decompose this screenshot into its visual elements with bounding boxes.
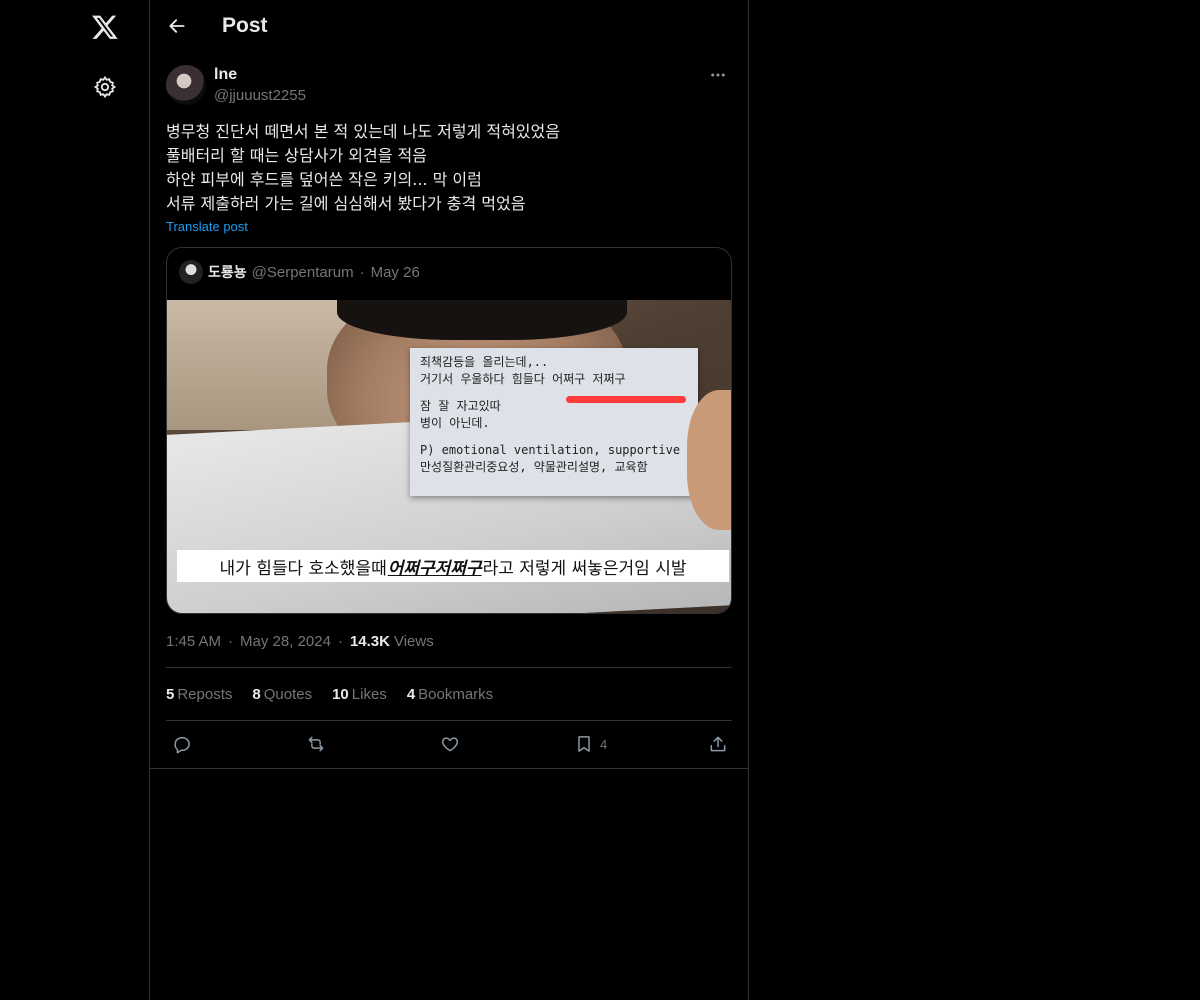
separator-dot: · <box>228 633 234 650</box>
note-line: 만성질환관리중요성, 약물관리설명, 교육함 <box>420 460 648 474</box>
reposts-label: Reposts <box>177 686 233 703</box>
author-handle[interactable]: @jjuuust2255 <box>214 87 306 104</box>
translate-post-link[interactable]: Translate post <box>166 219 248 234</box>
separator-dot: · <box>337 633 343 650</box>
share-button[interactable] <box>708 732 728 756</box>
post-meta: 1:45 AM · May 28, 2024 · 14.3K Views <box>166 633 434 650</box>
repost-button[interactable] <box>306 732 326 756</box>
post-text-line: 서류 제출하러 가는 길에 심심해서 봤다가 충격 먹었음 <box>166 194 526 213</box>
media-caption: 내가 힘들다 호소했을때 어쩌구저쩌구 라고 저렇게 써놓은거임 시발 <box>177 550 729 582</box>
note-gap <box>420 432 688 442</box>
media-note: 죄책감등을 올리는데,.. 거기서 우울하다 힘들다 어쩌구 저쩌구 잠 잘 자… <box>410 348 698 496</box>
reply-icon <box>174 737 190 754</box>
redaction-mark <box>566 396 686 403</box>
views-label: Views <box>393 633 434 650</box>
quoted-post-header: 도룡뇽 @Serpentarum · May 26 <box>179 260 420 284</box>
post-text-line: 병무청 진단서 떼면서 본 적 있는데 나도 저렇게 적혀있었음 <box>166 122 560 141</box>
caption-text: 라고 저렇게 써놓은거임 시발 <box>482 558 687 579</box>
more-button[interactable] <box>704 63 732 87</box>
gear-icon <box>93 75 117 99</box>
post-author: lne @jjuuust2255 <box>166 65 732 107</box>
likes-count: 10 <box>332 686 349 703</box>
media-hand <box>687 390 731 530</box>
page: Post lne @jjuuust2255 병무청 진단서 떼면서 본 적 있는… <box>0 0 1200 1000</box>
bookmarks-label: Bookmarks <box>418 686 494 703</box>
arrow-left-icon <box>169 19 185 33</box>
repost-icon <box>308 736 324 752</box>
page-title: Post <box>222 14 268 37</box>
action-bar: 4 <box>166 732 732 756</box>
left-nav <box>0 0 149 1000</box>
post-column: Post lne @jjuuust2255 병무청 진단서 떼면서 본 적 있는… <box>149 0 749 1000</box>
bookmark-count: 4 <box>600 736 608 752</box>
bookmark-icon <box>578 736 590 752</box>
post-date[interactable]: May 28, 2024 <box>240 633 331 650</box>
reposts-stat[interactable]: 5 Reposts <box>166 686 232 703</box>
reply-button[interactable] <box>172 732 192 756</box>
quotes-label: Quotes <box>263 686 313 703</box>
divider <box>150 768 748 769</box>
likes-label: Likes <box>351 686 387 703</box>
more-horizontal-icon <box>711 73 725 77</box>
likes-stat[interactable]: 10 Likes <box>332 686 387 703</box>
heart-icon <box>441 737 459 752</box>
quoted-post[interactable]: 도룡뇽 @Serpentarum · May 26 죄책감등을 올리는데,.. … <box>166 247 732 614</box>
note-line: P) emotional ventilation, supportive P <box>420 443 688 457</box>
post-text: 병무청 진단서 떼면서 본 적 있는데 나도 저렇게 적혀있었음 풀배터리 할 … <box>166 120 732 216</box>
bookmarks-count: 4 <box>406 686 416 703</box>
share-icon <box>710 736 726 752</box>
divider <box>166 667 732 668</box>
x-logo-button[interactable] <box>82 4 128 50</box>
quoted-date: May 26 <box>370 263 420 281</box>
settings-button[interactable] <box>82 64 128 110</box>
note-line: 병이 아닌데. <box>420 416 490 430</box>
avatar[interactable] <box>166 65 206 105</box>
divider <box>166 720 732 721</box>
separator-dot: · <box>359 263 365 281</box>
post-text-line: 풀배터리 할 때는 상담사가 외견을 적음 <box>166 146 427 165</box>
bookmarks-stat[interactable]: 4 Bookmarks <box>407 686 493 703</box>
quoted-media-image[interactable]: 죄책감등을 올리는데,.. 거기서 우울하다 힘들다 어쩌구 저쩌구 잠 잘 자… <box>167 300 731 613</box>
quoted-author-handle: @Serpentarum <box>251 263 354 281</box>
quoted-avatar <box>179 260 203 284</box>
engagement-stats: 5 Reposts 8 Quotes 10 Likes 4 Bookmarks <box>166 686 513 703</box>
like-button[interactable] <box>440 732 460 756</box>
back-button[interactable] <box>160 9 194 43</box>
quotes-count: 8 <box>252 686 261 703</box>
note-line: 거기서 우울하다 힘들다 어쩌구 저쩌구 <box>420 372 626 386</box>
post-text-line: 하얀 피부에 후드를 덮어쓴 작은 키의... 막 이럼 <box>166 170 482 189</box>
post-time[interactable]: 1:45 AM <box>166 633 221 650</box>
note-line: 죄책감등을 올리는데,.. <box>420 355 549 369</box>
x-logo-icon <box>92 15 118 39</box>
reposts-count: 5 <box>166 686 175 703</box>
caption-highlight: 어쩌구저쩌구 <box>387 558 482 579</box>
caption-text: 내가 힘들다 호소했을때 <box>219 558 387 579</box>
views-count: 14.3K <box>349 633 390 650</box>
quotes-stat[interactable]: 8 Quotes <box>252 686 312 703</box>
bookmark-button[interactable]: 4 <box>574 732 607 756</box>
quoted-author-name: 도룡뇽 <box>208 265 247 281</box>
top-bar: Post <box>150 0 748 54</box>
author-name[interactable]: lne <box>214 66 237 84</box>
